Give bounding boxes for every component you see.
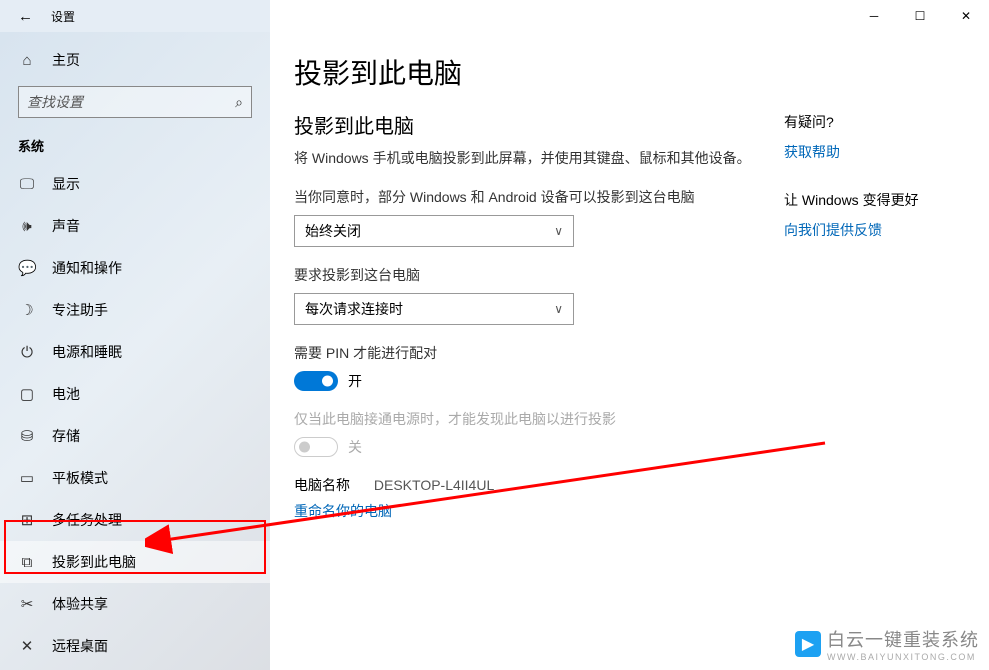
main-content: 投影到此电脑 投影到此电脑 将 Windows 手机或电脑投影到此屏幕，并使用其… [270,32,989,670]
sidebar-item-label: 电源和睡眠 [52,342,122,362]
setting-pin-toggle[interactable] [294,371,338,391]
maximize-button[interactable]: ☐ [897,0,943,32]
notif-icon: 💬 [18,259,36,277]
sidebar-item-label: 电池 [52,384,80,404]
chevron-down-icon: ∨ [554,302,563,316]
page-title: 投影到此电脑 [294,52,774,92]
section-description: 将 Windows 手机或电脑投影到此屏幕，并使用其键盘、鼠标和其他设备。 [294,149,774,169]
setting-availability-label: 当你同意时，部分 Windows 和 Android 设备可以投影到这台电脑 [294,187,774,207]
sidebar-item-label: 专注助手 [52,300,108,320]
setting-ask-dropdown[interactable]: 每次请求连接时 ∨ [294,293,574,325]
sidebar-item-notif[interactable]: 💬 通知和操作 [0,247,270,289]
aside-improve-heading: 让 Windows 变得更好 [784,190,964,210]
sidebar-item-label: 平板模式 [52,468,108,488]
close-button[interactable]: ✕ [943,0,989,32]
sidebar-item-multitask[interactable]: ⊞ 多任务处理 [0,499,270,541]
sidebar-item-storage[interactable]: ⛁ 存储 [0,415,270,457]
shared-icon: ✂ [18,595,36,613]
battery-icon: ▢ [18,385,36,403]
sidebar-home[interactable]: ⌂ 主页 [0,42,270,78]
project-icon: ⧉ [18,554,36,571]
sidebar-item-remote[interactable]: ✕ 远程桌面 [0,625,270,667]
aside-questions-heading: 有疑问? [784,112,964,132]
sound-icon: 🕪 [18,218,36,235]
sidebar-home-label: 主页 [52,50,80,70]
multitask-icon: ⊞ [18,511,36,529]
remote-icon: ✕ [18,637,36,655]
moon-icon: ☽ [18,301,36,319]
setting-ask-label: 要求投影到这台电脑 [294,265,774,285]
sidebar-item-label: 声音 [52,216,80,236]
sidebar-item-shared[interactable]: ✂ 体验共享 [0,583,270,625]
window-controls: ─ ☐ ✕ [851,0,989,32]
minimize-button[interactable]: ─ [851,0,897,32]
sidebar-item-moon[interactable]: ☽ 专注助手 [0,289,270,331]
power-icon: ⏻ [18,344,36,361]
setting-power-label: 仅当此电脑接通电源时，才能发现此电脑以进行投影 [294,409,774,429]
watermark: ▶ 白云一键重装系统 WWW.BAIYUNXITONG.COM [795,626,979,662]
sidebar-item-label: 体验共享 [52,594,108,614]
dropdown-value: 始终关闭 [305,221,361,241]
back-button[interactable]: ← [18,8,33,25]
chevron-down-icon: ∨ [554,224,563,238]
sidebar-item-tablet[interactable]: ▭ 平板模式 [0,457,270,499]
sidebar-item-label: 投影到此电脑 [52,552,136,572]
window-title: 设置 [51,8,75,25]
setting-pin-value: 开 [348,371,362,391]
sidebar-item-label: 通知和操作 [52,258,122,278]
sidebar-item-power[interactable]: ⏻ 电源和睡眠 [0,331,270,373]
sidebar-item-project[interactable]: ⧉ 投影到此电脑 [0,541,270,583]
sidebar-item-display[interactable]: 🖵 显示 [0,163,270,205]
watermark-text: 白云一键重装系统 [827,626,979,652]
search-input[interactable] [27,94,235,110]
setting-availability-dropdown[interactable]: 始终关闭 ∨ [294,215,574,247]
tablet-icon: ▭ [18,469,36,487]
rename-pc-link[interactable]: 重命名你的电脑 [294,501,774,521]
sidebar-item-sound[interactable]: 🕪 声音 [0,205,270,247]
search-icon: ⌕ [235,94,243,111]
home-icon: ⌂ [18,52,36,69]
setting-power-value: 关 [348,437,362,457]
display-icon: 🖵 [18,176,36,193]
setting-power-toggle [294,437,338,457]
sidebar-item-label: 存储 [52,426,80,446]
sidebar-item-label: 多任务处理 [52,510,122,530]
sidebar-category: 系统 [0,130,270,163]
search-box[interactable]: ⌕ [18,86,252,118]
sidebar-item-label: 显示 [52,174,80,194]
sidebar-item-label: 远程桌面 [52,636,108,656]
watermark-icon: ▶ [795,631,821,657]
dropdown-value: 每次请求连接时 [305,299,403,319]
get-help-link[interactable]: 获取帮助 [784,142,964,162]
watermark-url: WWW.BAIYUNXITONG.COM [827,652,979,662]
pc-name-value: DESKTOP-L4II4UL [374,477,494,493]
sidebar-item-battery[interactable]: ▢ 电池 [0,373,270,415]
storage-icon: ⛁ [18,427,36,445]
section-title: 投影到此电脑 [294,110,774,139]
aside: 有疑问? 获取帮助 让 Windows 变得更好 向我们提供反馈 [774,52,964,660]
feedback-link[interactable]: 向我们提供反馈 [784,220,964,240]
titlebar: ← 设置 ─ ☐ ✕ [0,0,989,32]
pc-name-label: 电脑名称 [294,475,350,495]
sidebar: ⌂ 主页 ⌕ 系统 🖵 显示 🕪 声音 💬 通知和操作 ☽ 专注助手 ⏻ 电源和睡眠 ▢ 电池 ⛁ 存储 ▭… [0,32,270,670]
setting-pin-label: 需要 PIN 才能进行配对 [294,343,774,363]
